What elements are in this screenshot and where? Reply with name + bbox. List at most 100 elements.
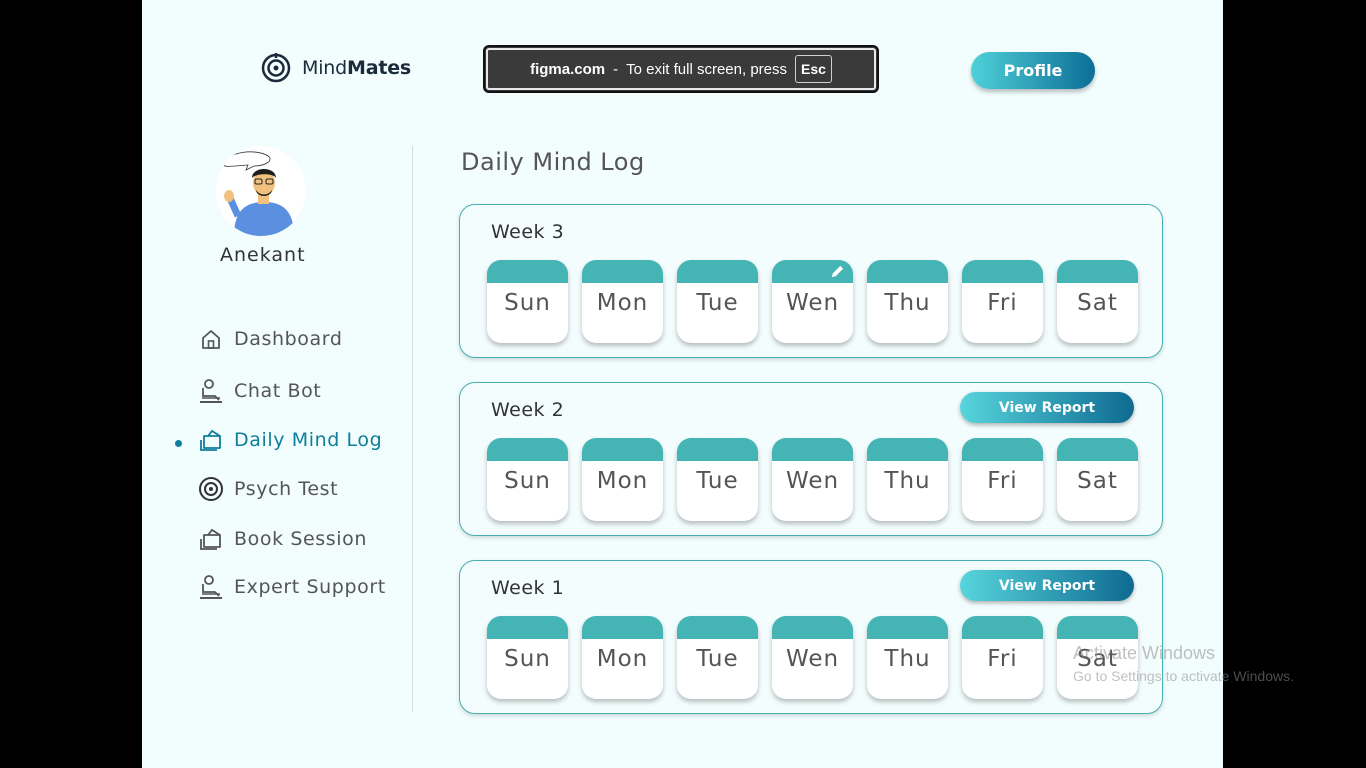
day-label: Mon bbox=[596, 468, 649, 494]
sidebar-item-label: Book Session bbox=[234, 528, 368, 550]
day-card-fri[interactable]: Fri bbox=[962, 260, 1043, 343]
sidebar-item-label: Psych Test bbox=[234, 478, 339, 500]
watermark-title: Activate Windows bbox=[1073, 643, 1216, 663]
sidebar-divider bbox=[412, 146, 413, 712]
logo-word-mind: Mind bbox=[302, 57, 347, 79]
day-card-thu[interactable]: Thu bbox=[867, 260, 948, 343]
day-card-tue[interactable]: Tue bbox=[677, 438, 758, 521]
day-label: Thu bbox=[884, 290, 931, 316]
view-report-button[interactable]: View Report bbox=[960, 570, 1134, 601]
banner-domain: figma.com bbox=[530, 60, 606, 78]
day-tab bbox=[867, 438, 948, 461]
sidebar-item-label: Chat Bot bbox=[234, 380, 322, 402]
day-tab bbox=[1057, 616, 1138, 639]
sidebar-item-dashboard[interactable]: Dashboard bbox=[198, 326, 342, 352]
day-tab bbox=[772, 616, 853, 639]
week-card-3: Week 3 Sun Mon Tue Wen Thu Fri Sat bbox=[459, 204, 1163, 358]
banner-esc-key: Esc bbox=[795, 55, 832, 83]
day-tab bbox=[1057, 260, 1138, 283]
day-card-thu[interactable]: Thu bbox=[867, 438, 948, 521]
week-card-1: Week 1 View Report Sun Mon Tue Wen Thu F… bbox=[459, 560, 1163, 714]
active-indicator-dot bbox=[175, 440, 182, 447]
day-tab bbox=[677, 260, 758, 283]
pencil-icon[interactable] bbox=[830, 264, 845, 279]
watermark-subtitle: Go to Settings to activate Windows. bbox=[1073, 668, 1294, 684]
day-label: Sun bbox=[504, 646, 551, 672]
user-name: Anekant bbox=[220, 244, 306, 266]
day-tab bbox=[772, 438, 853, 461]
banner-message: To exit full screen, press bbox=[626, 60, 787, 78]
day-label: Sun bbox=[504, 468, 551, 494]
sidebar-item-label: Daily Mind Log bbox=[234, 429, 383, 451]
day-label: Fri bbox=[987, 468, 1018, 494]
page-title: Daily Mind Log bbox=[461, 148, 645, 176]
day-card-wen[interactable]: Wen bbox=[772, 616, 853, 699]
day-card-mon[interactable]: Mon bbox=[582, 260, 663, 343]
sidebar-item-book-session[interactable]: Book Session bbox=[198, 526, 367, 552]
log-icon bbox=[198, 427, 224, 453]
week-title: Week 1 bbox=[491, 577, 565, 599]
avatar[interactable] bbox=[216, 146, 306, 236]
day-label: Tue bbox=[696, 290, 739, 316]
day-card-fri[interactable]: Fri bbox=[962, 616, 1043, 699]
sidebar-item-psych-test[interactable]: Psych Test bbox=[198, 476, 338, 502]
day-tab bbox=[582, 616, 663, 639]
day-tab bbox=[582, 260, 663, 283]
day-card-mon[interactable]: Mon bbox=[582, 616, 663, 699]
day-tab bbox=[487, 260, 568, 283]
profile-button[interactable]: Profile bbox=[971, 52, 1095, 89]
logo-word-mates: Mates bbox=[346, 57, 411, 79]
day-tab bbox=[677, 438, 758, 461]
week-card-2: Week 2 View Report Sun Mon Tue Wen Thu F… bbox=[459, 382, 1163, 536]
day-card-tue[interactable]: Tue bbox=[677, 260, 758, 343]
activate-windows-watermark: Activate Windows Go to Settings to activ… bbox=[1073, 643, 1294, 684]
logo-icon bbox=[261, 53, 291, 83]
sidebar-item-label: Dashboard bbox=[234, 328, 343, 350]
day-card-sat[interactable]: Sat bbox=[1057, 438, 1138, 521]
day-tab bbox=[677, 616, 758, 639]
day-card-sun[interactable]: Sun bbox=[487, 438, 568, 521]
logo[interactable]: MindMates bbox=[260, 52, 411, 84]
sidebar-item-expert-support[interactable]: Expert Support bbox=[198, 574, 386, 600]
day-label: Fri bbox=[987, 646, 1018, 672]
day-card-fri[interactable]: Fri bbox=[962, 438, 1043, 521]
day-label: Sun bbox=[504, 290, 551, 316]
day-label: Wen bbox=[785, 646, 840, 672]
day-label: Thu bbox=[884, 646, 931, 672]
view-report-button[interactable]: View Report bbox=[960, 392, 1134, 423]
day-label: Wen bbox=[785, 468, 840, 494]
book-icon bbox=[198, 526, 224, 552]
day-card-thu[interactable]: Thu bbox=[867, 616, 948, 699]
psych-test-icon bbox=[198, 476, 224, 502]
day-label: Tue bbox=[696, 646, 739, 672]
sidebar-item-daily-mind-log[interactable]: Daily Mind Log bbox=[198, 427, 382, 453]
day-tab bbox=[487, 438, 568, 461]
week-title: Week 3 bbox=[491, 221, 565, 243]
day-card-wen[interactable]: Wen bbox=[772, 260, 853, 343]
logo-text: MindMates bbox=[302, 57, 411, 79]
day-tab bbox=[962, 616, 1043, 639]
day-label: Sat bbox=[1077, 468, 1118, 494]
sidebar-item-label: Expert Support bbox=[234, 576, 386, 598]
day-tab bbox=[962, 438, 1043, 461]
day-card-tue[interactable]: Tue bbox=[677, 616, 758, 699]
day-tab bbox=[867, 616, 948, 639]
day-card-sat[interactable]: Sat bbox=[1057, 260, 1138, 343]
expert-icon bbox=[198, 574, 224, 600]
day-label: Fri bbox=[987, 290, 1018, 316]
day-card-wen[interactable]: Wen bbox=[772, 438, 853, 521]
day-label: Wen bbox=[785, 290, 840, 316]
app-frame: MindMates figma.com - To exit full scree… bbox=[142, 0, 1223, 768]
day-card-sun[interactable]: Sun bbox=[487, 616, 568, 699]
day-tab bbox=[582, 438, 663, 461]
day-card-sun[interactable]: Sun bbox=[487, 260, 568, 343]
chat-bot-icon bbox=[198, 378, 224, 404]
day-card-mon[interactable]: Mon bbox=[582, 438, 663, 521]
avatar-illustration bbox=[223, 151, 294, 236]
day-label: Mon bbox=[596, 646, 649, 672]
day-tab bbox=[867, 260, 948, 283]
fullscreen-banner: figma.com - To exit full screen, press E… bbox=[483, 45, 879, 93]
day-label: Tue bbox=[696, 468, 739, 494]
sidebar-item-chat-bot[interactable]: Chat Bot bbox=[198, 378, 321, 404]
week-title: Week 2 bbox=[491, 399, 565, 421]
